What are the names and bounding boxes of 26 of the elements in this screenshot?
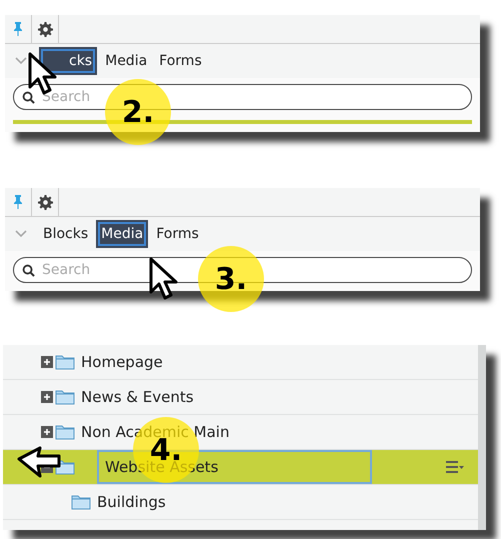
tree-row[interactable]: Buildings xyxy=(3,485,478,520)
expand-icon[interactable] xyxy=(41,391,53,403)
expand-icon[interactable] xyxy=(41,426,53,438)
step-number: 3. xyxy=(198,246,264,312)
tab[interactable]: Blocks xyxy=(39,220,92,248)
folder-label: Buildings xyxy=(97,493,166,511)
folder-icon xyxy=(55,389,75,405)
folder-icon xyxy=(71,494,91,510)
arrow-pointer-icon xyxy=(16,445,62,479)
folder-icon xyxy=(55,424,75,440)
folder-label: Homepage xyxy=(81,353,163,371)
settings-icon[interactable] xyxy=(38,194,52,210)
tab[interactable]: cks xyxy=(39,47,98,75)
tab[interactable]: Forms xyxy=(152,220,203,248)
expand-icon[interactable] xyxy=(41,356,53,368)
pin-icon[interactable] xyxy=(13,21,23,37)
tree-row[interactable]: News & Events xyxy=(3,380,478,415)
pin-icon[interactable] xyxy=(13,194,23,210)
tab[interactable]: Media xyxy=(101,47,152,75)
tree-row[interactable]: Homepage xyxy=(3,345,478,380)
tab[interactable]: Media xyxy=(96,220,148,248)
folder-icon xyxy=(55,354,75,370)
tab[interactable]: Forms xyxy=(155,47,206,75)
folder-label: News & Events xyxy=(81,388,194,406)
settings-icon[interactable] xyxy=(38,22,52,36)
menu-icon[interactable] xyxy=(446,461,464,473)
